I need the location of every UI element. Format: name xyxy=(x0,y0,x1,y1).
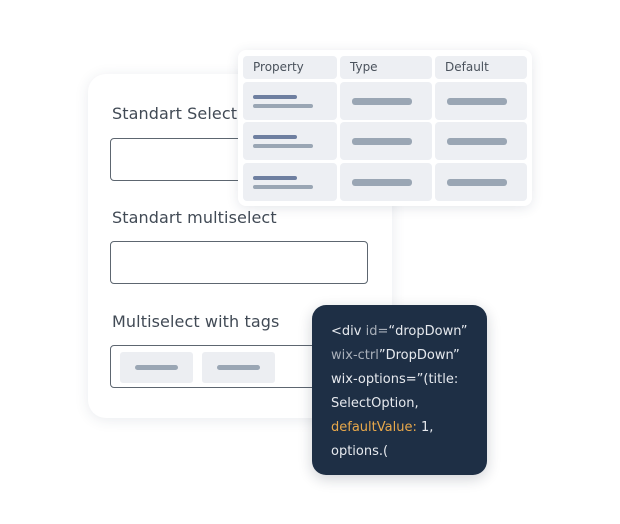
table-cell xyxy=(243,122,337,160)
code-text: <div id=“dropDown” wix-ctrl”DropDown” wix-… xyxy=(331,320,467,464)
multiselect-tags-label: Multiselect with tags xyxy=(112,312,280,331)
standart-multiselect-label: Standart multiselect xyxy=(112,208,277,227)
code-snippet: <div id=“dropDown” wix-ctrl”DropDown” wix-… xyxy=(312,305,487,475)
code-line: options.( xyxy=(331,440,467,464)
tag-text-placeholder xyxy=(217,365,260,370)
default-placeholder xyxy=(447,138,507,145)
standart-multiselect-input[interactable] xyxy=(110,241,368,284)
table-cell xyxy=(435,122,527,160)
code-token: 1, xyxy=(416,420,434,435)
code-token: “dropDown” xyxy=(388,324,468,339)
table-cell xyxy=(435,163,527,201)
code-keyword: defaultValue: xyxy=(331,420,417,435)
code-line: defaultValue: 1, xyxy=(331,416,467,440)
property-desc-placeholder xyxy=(253,144,313,148)
type-placeholder xyxy=(352,98,412,105)
table-cell xyxy=(243,163,337,201)
property-desc-placeholder xyxy=(253,104,313,108)
code-token: wix-options=”(title: xyxy=(331,372,459,387)
property-desc-placeholder xyxy=(253,185,313,189)
code-token: <div xyxy=(331,324,366,339)
tag-text-placeholder xyxy=(135,365,178,370)
tag-chip[interactable] xyxy=(202,352,275,383)
default-placeholder xyxy=(447,179,507,186)
code-line: <div id=“dropDown” xyxy=(331,320,467,344)
code-attribute: id= xyxy=(365,324,389,339)
type-placeholder xyxy=(352,138,412,145)
property-name-placeholder xyxy=(253,135,297,139)
type-placeholder xyxy=(352,179,412,186)
code-token: options.( xyxy=(331,444,389,459)
header-default: Default xyxy=(435,56,527,79)
header-property: Property xyxy=(243,56,337,79)
table-cell xyxy=(435,82,527,120)
code-token: ”DropDown” xyxy=(378,348,460,363)
properties-table: Property Type Default xyxy=(238,50,532,206)
code-line: wix-options=”(title: xyxy=(331,368,467,392)
code-attribute: wix-ctrl xyxy=(331,348,379,363)
property-name-placeholder xyxy=(253,95,297,99)
table-cell xyxy=(340,82,432,120)
tag-chip[interactable] xyxy=(120,352,193,383)
code-line: SelectOption, xyxy=(331,392,467,416)
header-type: Type xyxy=(340,56,432,79)
table-cell xyxy=(243,82,337,120)
code-token: SelectOption, xyxy=(331,396,419,411)
standart-select-label: Standart Select xyxy=(112,104,238,123)
default-placeholder xyxy=(447,98,507,105)
property-name-placeholder xyxy=(253,176,297,180)
table-cell xyxy=(340,163,432,201)
table-cell xyxy=(340,122,432,160)
code-line: wix-ctrl”DropDown” xyxy=(331,344,467,368)
